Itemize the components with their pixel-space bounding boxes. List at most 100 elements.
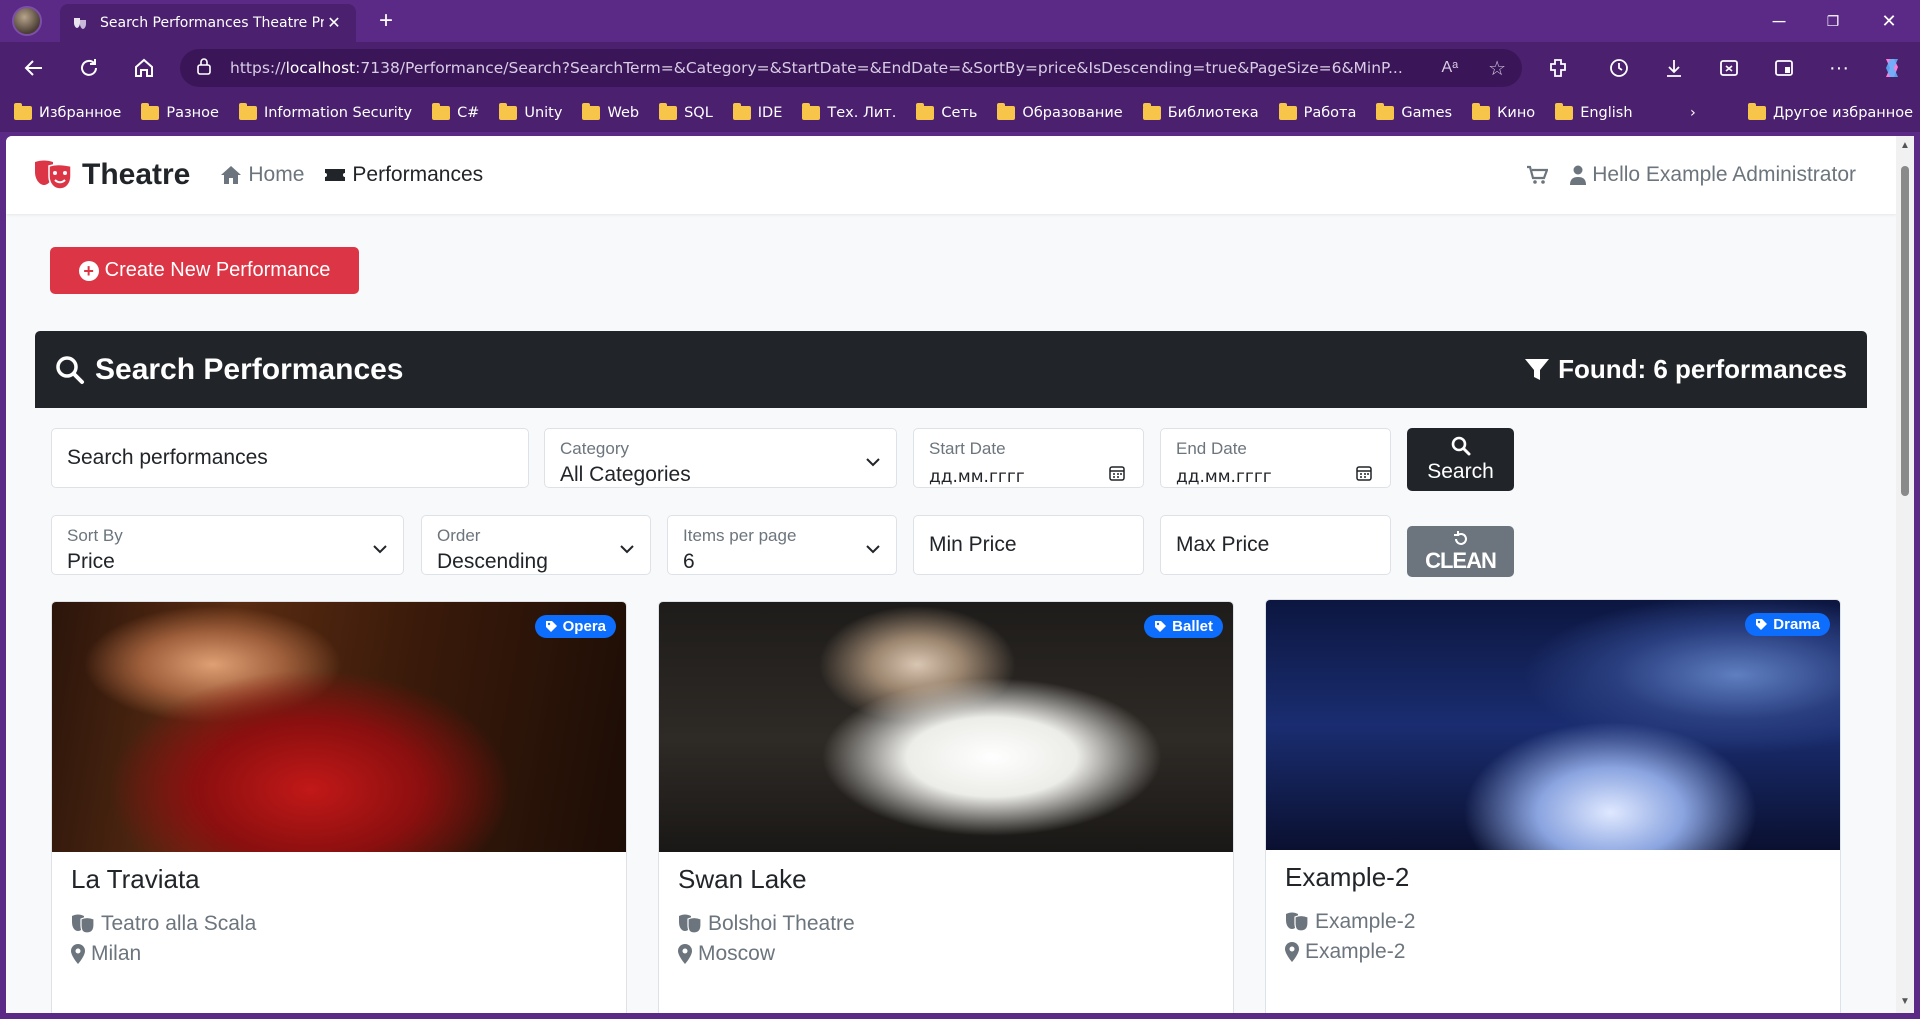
- search-button[interactable]: Search: [1407, 428, 1514, 491]
- performance-title[interactable]: Example-2: [1285, 862, 1409, 893]
- tab-close-icon[interactable]: ✕: [324, 13, 344, 33]
- extensions-icon[interactable]: [1542, 52, 1574, 84]
- bookmark-folder[interactable]: Сеть: [916, 103, 977, 121]
- more-menu-icon[interactable]: ···: [1823, 52, 1855, 84]
- minimize-icon[interactable]: ─: [1764, 8, 1794, 34]
- calendar-icon[interactable]: [1109, 465, 1125, 481]
- cart-icon[interactable]: [1526, 165, 1549, 185]
- history-icon[interactable]: [1603, 52, 1635, 84]
- performance-card[interactable]: Opera La Traviata Teatro alla Scala Mila…: [51, 601, 627, 1013]
- items-per-page-value: 6: [683, 550, 695, 573]
- copilot-icon[interactable]: [1876, 52, 1908, 84]
- bookmark-folder[interactable]: IDE: [732, 103, 782, 121]
- bookmark-folder[interactable]: Тех. Лит.: [802, 103, 896, 121]
- theatre-masks-icon: [679, 914, 702, 934]
- search-button-label: Search: [1427, 459, 1494, 483]
- calendar-icon[interactable]: [1356, 465, 1372, 481]
- browser-tab[interactable]: Search Performances Theatre Proj ✕: [60, 4, 356, 42]
- bookmark-folder[interactable]: English: [1555, 103, 1633, 121]
- url-text[interactable]: https://localhost:7138/Performance/Searc…: [230, 59, 1427, 77]
- bookmark-folder[interactable]: Работа: [1278, 103, 1356, 121]
- window-close-icon[interactable]: ✕: [1874, 8, 1904, 34]
- search-icon: [1451, 436, 1470, 455]
- back-icon[interactable]: [18, 52, 50, 84]
- brand-name: Theatre: [82, 158, 191, 191]
- end-date-input[interactable]: End Date дд.мм.гггг: [1160, 428, 1391, 488]
- items-per-page-select[interactable]: Items per page 6: [667, 515, 897, 575]
- brand[interactable]: Theatre: [34, 158, 190, 192]
- bookmark-folder[interactable]: Web: [582, 103, 639, 121]
- read-aloud-icon[interactable]: Aᵃ: [1441, 59, 1458, 77]
- collections-icon[interactable]: [1768, 52, 1800, 84]
- max-price-input[interactable]: Max Price: [1160, 515, 1391, 575]
- screenshot-icon[interactable]: [1713, 52, 1745, 84]
- category-select[interactable]: Category All Categories: [544, 428, 897, 488]
- bookmark-folder[interactable]: Избранное: [14, 103, 121, 121]
- city-name: Moscow: [698, 942, 776, 965]
- create-performance-button[interactable]: + Create New Performance: [50, 247, 359, 294]
- city-name: Example-2: [1305, 940, 1406, 963]
- performance-card[interactable]: Drama Example-2 Example-2 Example-2: [1265, 599, 1841, 1013]
- search-panel-title: Search Performances: [55, 353, 404, 387]
- start-date-input[interactable]: Start Date дд.мм.гггг: [913, 428, 1144, 488]
- category-badge-label: Ballet: [1172, 618, 1213, 635]
- scroll-up-icon[interactable]: ▲: [1899, 140, 1911, 152]
- clean-button[interactable]: CLEAN: [1407, 526, 1514, 577]
- other-bookmarks-folder[interactable]: Другое избранное: [1748, 103, 1913, 121]
- address-bar[interactable]: https://localhost:7138/Performance/Searc…: [180, 49, 1522, 87]
- nav-home-label: Home: [248, 163, 305, 186]
- category-badge: Ballet: [1144, 615, 1223, 638]
- downloads-icon[interactable]: [1658, 52, 1690, 84]
- bookmark-folder[interactable]: Образование: [997, 103, 1123, 121]
- restore-icon[interactable]: ❐: [1818, 8, 1848, 34]
- folder-icon: [499, 103, 518, 120]
- bookmark-folder[interactable]: Unity: [499, 103, 562, 121]
- performance-theatre: Bolshoi Theatre: [678, 912, 855, 936]
- performance-image[interactable]: [659, 602, 1233, 852]
- folder-icon: [802, 103, 821, 120]
- theatre-masks-icon: [34, 160, 72, 190]
- reload-icon[interactable]: [73, 52, 105, 84]
- theatre-favicon-icon: [72, 15, 88, 31]
- scroll-down-icon[interactable]: ▼: [1899, 996, 1911, 1008]
- folder-icon: [1278, 103, 1297, 120]
- theatre-masks-icon: [72, 914, 95, 934]
- user-greeting[interactable]: Hello Example Administrator: [1592, 163, 1856, 187]
- search-input[interactable]: Search performances: [51, 428, 529, 488]
- bookmark-folder[interactable]: C#: [432, 103, 479, 121]
- favorite-star-icon[interactable]: ☆: [1488, 56, 1506, 81]
- bookmarks-overflow-icon[interactable]: ›: [1690, 105, 1696, 121]
- performance-theatre: Example-2: [1285, 910, 1415, 934]
- end-date-value: дд.мм.гггг: [1176, 467, 1272, 487]
- search-panel-header: Search Performances Found: 6 performance…: [35, 331, 1867, 408]
- sort-by-label: Sort By: [67, 526, 123, 545]
- lock-icon[interactable]: [196, 57, 212, 80]
- performance-card[interactable]: Ballet Swan Lake Bolshoi Theatre Moscow: [658, 601, 1234, 1013]
- performance-title[interactable]: La Traviata: [71, 864, 200, 895]
- home-browser-icon[interactable]: [128, 52, 160, 84]
- performance-title[interactable]: Swan Lake: [678, 864, 807, 895]
- page-scrollbar[interactable]: ▲ ▼: [1896, 136, 1914, 1013]
- performance-image[interactable]: [1266, 600, 1840, 850]
- browser-toolbar: https://localhost:7138/Performance/Searc…: [0, 42, 1920, 94]
- scrollbar-thumb[interactable]: [1901, 166, 1909, 496]
- site-navbar: Theatre Home Performances Hello Example …: [6, 136, 1896, 214]
- order-select[interactable]: Order Descending: [421, 515, 651, 575]
- bookmark-folder[interactable]: Кино: [1472, 103, 1535, 121]
- bookmark-folder[interactable]: Библиотека: [1142, 103, 1259, 121]
- bookmark-folder[interactable]: SQL: [659, 103, 713, 121]
- clean-button-label: CLEAN: [1425, 547, 1497, 573]
- nav-performances[interactable]: Performances: [324, 163, 483, 187]
- min-price-input[interactable]: Min Price: [913, 515, 1144, 575]
- category-badge: Drama: [1745, 613, 1830, 636]
- new-tab-icon[interactable]: +: [372, 8, 400, 36]
- bookmark-folder[interactable]: Games: [1376, 103, 1452, 121]
- sort-by-select[interactable]: Sort By Price: [51, 515, 404, 575]
- performance-image[interactable]: [52, 602, 626, 852]
- nav-home[interactable]: Home: [220, 163, 304, 187]
- bookmark-folder[interactable]: Information Security: [238, 103, 412, 121]
- nav-performances-label: Performances: [352, 163, 484, 186]
- profile-avatar[interactable]: [12, 6, 42, 36]
- tab-title: Search Performances Theatre Proj: [100, 15, 324, 31]
- bookmark-folder[interactable]: Разное: [141, 103, 219, 121]
